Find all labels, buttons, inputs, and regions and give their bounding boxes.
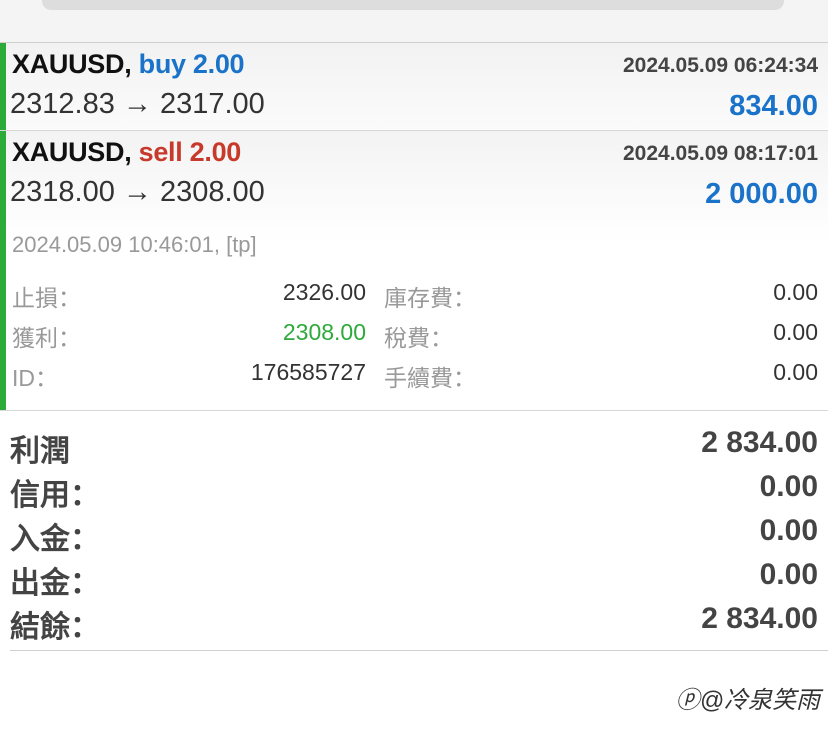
stop-loss-value: 2326.00 (282, 279, 366, 305)
take-profit-label: 獲利： (12, 325, 81, 351)
summary-withdrawal-label: 出金： (10, 567, 100, 600)
stop-loss-label: 止損： (12, 285, 81, 311)
trade-time: 2024.05.09 08:17:01 (623, 142, 818, 165)
trade-profit: 2 000.00 (705, 178, 818, 210)
trade-prices: 2312.83 → 2317.00 (10, 88, 265, 120)
tax-label: 稅費： (384, 325, 453, 351)
top-bar (0, 0, 828, 43)
swap-value: 0.00 (773, 279, 818, 305)
summary-withdrawal-value: 0.00 (759, 558, 818, 591)
search-pill[interactable] (42, 0, 784, 10)
summary-deposit-value: 0.00 (759, 514, 818, 547)
trade-header: XAUUSD, sell 2.00 (12, 137, 241, 168)
summary-profit-value: 2 834.00 (701, 426, 818, 459)
take-profit-value: 2308.00 (282, 319, 366, 345)
summary-balance-value: 2 834.00 (701, 602, 818, 635)
fee-value: 0.00 (773, 359, 818, 385)
divider (10, 650, 828, 651)
trade-symbol: XAUUSD, (12, 49, 132, 79)
summary-deposit-label: 入金： (10, 523, 100, 556)
trade-symbol: XAUUSD, (12, 137, 132, 167)
swap-label: 庫存費： (384, 285, 476, 311)
id-value: 176585727 (250, 359, 366, 385)
trade-header: XAUUSD, buy 2.00 (12, 49, 245, 80)
trade-profit: 834.00 (729, 90, 818, 122)
close-info: 2024.05.09 10:46:01, [tp] (12, 232, 257, 257)
watermark: ⓟ@冷泉笑雨 (675, 687, 820, 714)
trade-side: buy 2.00 (138, 49, 245, 79)
summary-balance-label: 結餘： (10, 611, 100, 644)
id-label: ID： (12, 365, 58, 391)
tax-value: 0.00 (773, 319, 818, 345)
trade-prices: 2318.00 → 2308.00 (10, 176, 265, 208)
trade-side: sell 2.00 (138, 137, 242, 167)
trade-row-expanded[interactable]: XAUUSD, sell 2.00 2024.05.09 08:17:01 23… (0, 131, 828, 411)
summary-profit-label: 利潤 (10, 435, 70, 468)
trade-row[interactable]: XAUUSD, buy 2.00 2024.05.09 06:24:34 231… (0, 43, 828, 131)
summary-credit-value: 0.00 (759, 470, 818, 503)
trade-time: 2024.05.09 06:24:34 (623, 54, 818, 77)
fee-label: 手續費： (384, 365, 476, 391)
summary-credit-label: 信用： (10, 479, 100, 512)
